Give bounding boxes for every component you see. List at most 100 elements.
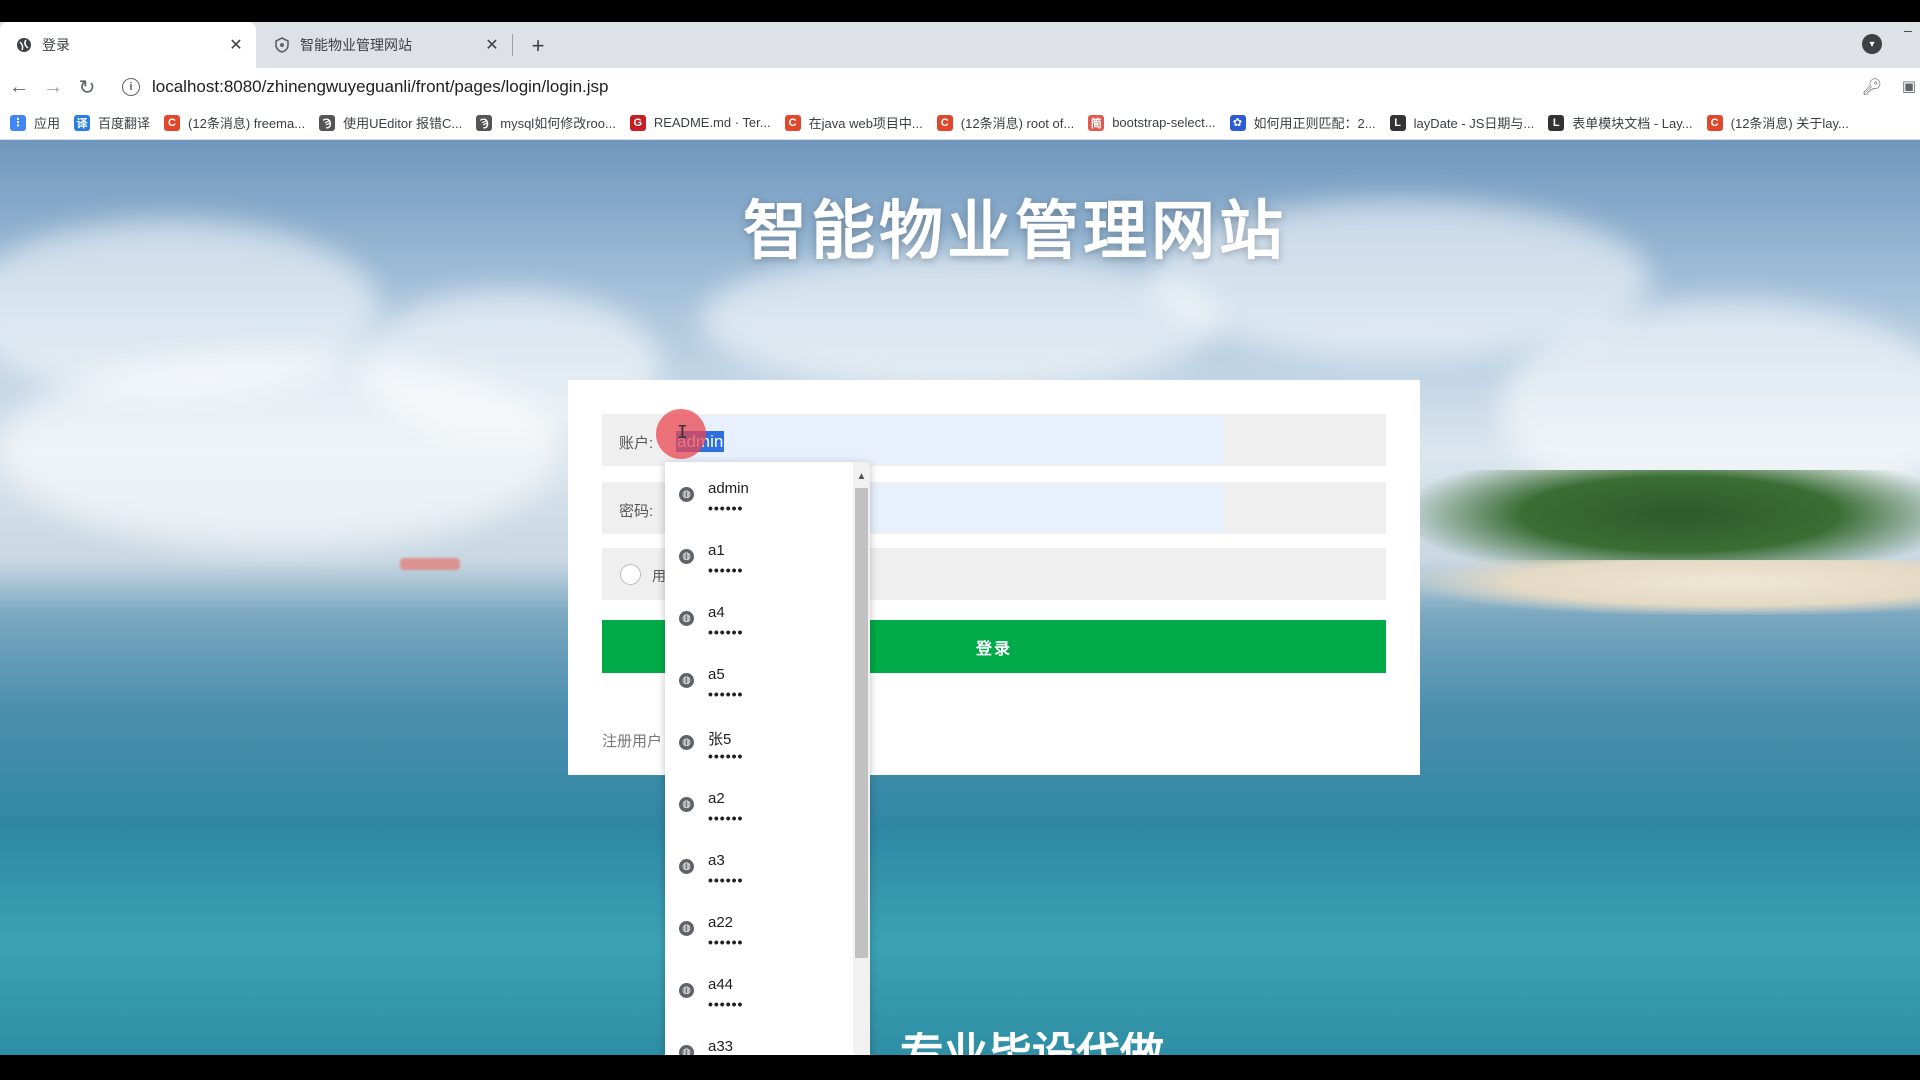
bookmark-label: 应用	[34, 116, 61, 131]
autofill-item[interactable]: ◍ a4 ••••••	[665, 586, 853, 648]
password-label: 密码:	[619, 503, 654, 520]
autofill-password-mask: ••••••	[708, 624, 744, 640]
tab-search-icon[interactable]: ▾	[1862, 34, 1882, 54]
globe-icon: ◍	[679, 549, 694, 564]
autofill-username: admin	[708, 480, 749, 497]
bookmark-item[interactable]: ✿ 如何用正则匹配：2...	[1229, 113, 1376, 132]
bookmark-item[interactable]: C 在java web项目中...	[784, 113, 923, 132]
bookmark-favicon-icon: L	[1548, 114, 1565, 131]
autofill-username: a44	[708, 976, 734, 993]
address-bar[interactable]: i localhost:8080/zhinengwuyeguanli/front…	[112, 72, 1852, 102]
autofill-item[interactable]: ◍ a2 ••••••	[665, 772, 853, 834]
tab-title: 智能物业管理网站	[300, 37, 412, 53]
apps-grid-icon: ⋮	[10, 114, 26, 131]
login-page: 智能物业管理网站 账户: 密码: 用 登录 注册用户 admin 专业毕设代做	[0, 140, 1920, 1055]
bookmark-item[interactable]: Ϡmysql如何修改roo...	[476, 113, 616, 132]
tab-divider	[512, 34, 513, 56]
tab-title: 登录	[42, 37, 70, 53]
key-icon[interactable]: 🔑︎	[1862, 77, 1882, 97]
bookmark-label: layDate - JS日期与...	[1413, 116, 1535, 131]
bookmark-favicon-icon: 译	[74, 114, 91, 131]
bookmark-item[interactable]: LlayDate - JS日期与...	[1389, 113, 1535, 132]
bookmark-label: (12条消息) freema...	[188, 116, 306, 131]
bookmark-favicon-icon: C	[164, 114, 181, 131]
autofill-username: 张5	[708, 731, 732, 748]
tab-close-icon[interactable]: ✕	[224, 33, 248, 57]
role-label: 用	[652, 568, 666, 584]
bookmark-item[interactable]: Ϡ 使用UEditor 报错C...	[319, 113, 462, 132]
autofill-password-mask: ••••••	[708, 872, 744, 888]
globe-icon: ◍	[679, 735, 694, 750]
globe-icon: ◍	[679, 859, 694, 874]
autofill-password-mask: ••••••	[708, 686, 744, 702]
screen: 登录 ✕ 智能物业管理网站 ✕ + ▾ – ← → ↻ i localhost:…	[0, 0, 1920, 1080]
autofill-password-mask: ••••••	[708, 934, 744, 950]
back-arrow-icon[interactable]: ←	[5, 73, 33, 101]
bookmark-favicon-icon: G	[629, 114, 646, 131]
autofill-scrollbar[interactable]: ▲	[853, 462, 870, 1055]
url-text: localhost:8080/zhinengwuyeguanli/front/p…	[152, 77, 609, 96]
autofill-item[interactable]: ◍ a44 ••••••	[665, 958, 853, 1020]
video-subtitle: 专业毕设代做	[900, 1032, 1164, 1055]
translate-icon[interactable]: ▣	[1902, 77, 1916, 95]
autofill-item[interactable]: ◍ a1 ••••••	[665, 524, 853, 586]
username-input[interactable]	[678, 416, 1224, 464]
role-radio[interactable]	[620, 564, 641, 585]
autofill-username: a4	[708, 604, 725, 621]
reload-icon[interactable]: ↻	[73, 73, 101, 101]
bookmark-label: 表单模块文档 - Lay...	[1572, 116, 1693, 131]
bookmark-favicon-icon: L	[1389, 114, 1406, 131]
bookmark-item[interactable]: C (12条消息) root of...	[936, 113, 1074, 132]
bookmark-label: bootstrap-select...	[1112, 115, 1216, 130]
bookmark-label: 如何用正则匹配：2...	[1253, 116, 1376, 131]
globe-icon: ◍	[679, 983, 694, 998]
background-beach	[1420, 560, 1920, 615]
minimize-icon[interactable]: –	[1904, 22, 1920, 42]
bookmark-item[interactable]: C (12条消息) 关于lay...	[1706, 113, 1849, 132]
bookmark-item[interactable]: C (12条消息) freema...	[164, 113, 305, 132]
bookmark-item[interactable]: G README.md · Ter...	[629, 114, 771, 131]
autofill-username: a1	[708, 542, 725, 559]
autofill-password-mask: ••••••	[708, 562, 744, 578]
globe-icon	[16, 37, 32, 53]
globe-icon: ◍	[679, 1045, 694, 1055]
forward-arrow-icon[interactable]: →	[39, 73, 67, 101]
bookmark-favicon-icon: C	[1706, 114, 1723, 131]
autofill-item[interactable]: ◍ a5 ••••••	[665, 648, 853, 710]
tab-close-icon[interactable]: ✕	[480, 33, 504, 57]
autofill-username: a5	[708, 666, 725, 683]
autofill-password-mask: ••••••	[708, 748, 744, 764]
globe-icon: ◍	[679, 611, 694, 626]
username-label: 账户:	[619, 435, 654, 452]
bookmark-item[interactable]: 译百度翻译	[74, 113, 150, 132]
tab-site[interactable]: 智能物业管理网站 ✕	[258, 22, 512, 68]
bookmark-label: (12条消息) 关于lay...	[1730, 116, 1849, 131]
bookmark-label: 在java web项目中...	[808, 116, 923, 131]
scrollbar-thumb[interactable]	[855, 488, 868, 958]
background-boat	[400, 558, 460, 570]
autofill-item[interactable]: ◍ admin ••••••	[665, 462, 853, 524]
bookmark-favicon-icon: C	[936, 114, 953, 131]
black-letterbox-bar	[0, 1055, 1920, 1080]
bookmark-favicon-icon: C	[784, 114, 801, 131]
autofill-item[interactable]: ◍a33••••••	[665, 1020, 853, 1055]
autofill-password-mask: ••••••	[708, 500, 744, 516]
autofill-item[interactable]: ◍ a3 ••••••	[665, 834, 853, 896]
new-tab-plus-icon[interactable]: +	[524, 32, 552, 60]
autofill-dropdown: ◍ admin •••••• ◍ a1 •••••• ◍ a4 •••••• ◍ a5 •••••• ◍…	[665, 462, 870, 1055]
browser-toolbar: ← → ↻ i localhost:8080/zhinengwuyeguanli…	[0, 68, 1920, 106]
autofill-item[interactable]: ◍ 张5 ••••••	[665, 710, 853, 772]
info-icon[interactable]: i	[122, 78, 140, 96]
scroll-up-arrow-icon[interactable]: ▲	[853, 470, 870, 482]
tab-login[interactable]: 登录 ✕	[0, 22, 256, 68]
bookmark-favicon-icon: ✿	[1229, 114, 1246, 131]
bookmark-item[interactable]: L 表单模块文档 - Lay...	[1548, 113, 1693, 132]
register-link[interactable]: 注册用户	[602, 730, 662, 751]
autofill-username: a33	[708, 1038, 734, 1055]
autofill-username: a22	[708, 914, 734, 931]
bookmark-item[interactable]: 简 bootstrap-select...	[1088, 114, 1216, 131]
bookmark-item[interactable]: ⋮ 应用	[10, 113, 60, 132]
text-cursor-icon: I	[677, 422, 688, 443]
autofill-item[interactable]: ◍ a22 ••••••	[665, 896, 853, 958]
autofill-password-mask: ••••••	[708, 810, 744, 826]
